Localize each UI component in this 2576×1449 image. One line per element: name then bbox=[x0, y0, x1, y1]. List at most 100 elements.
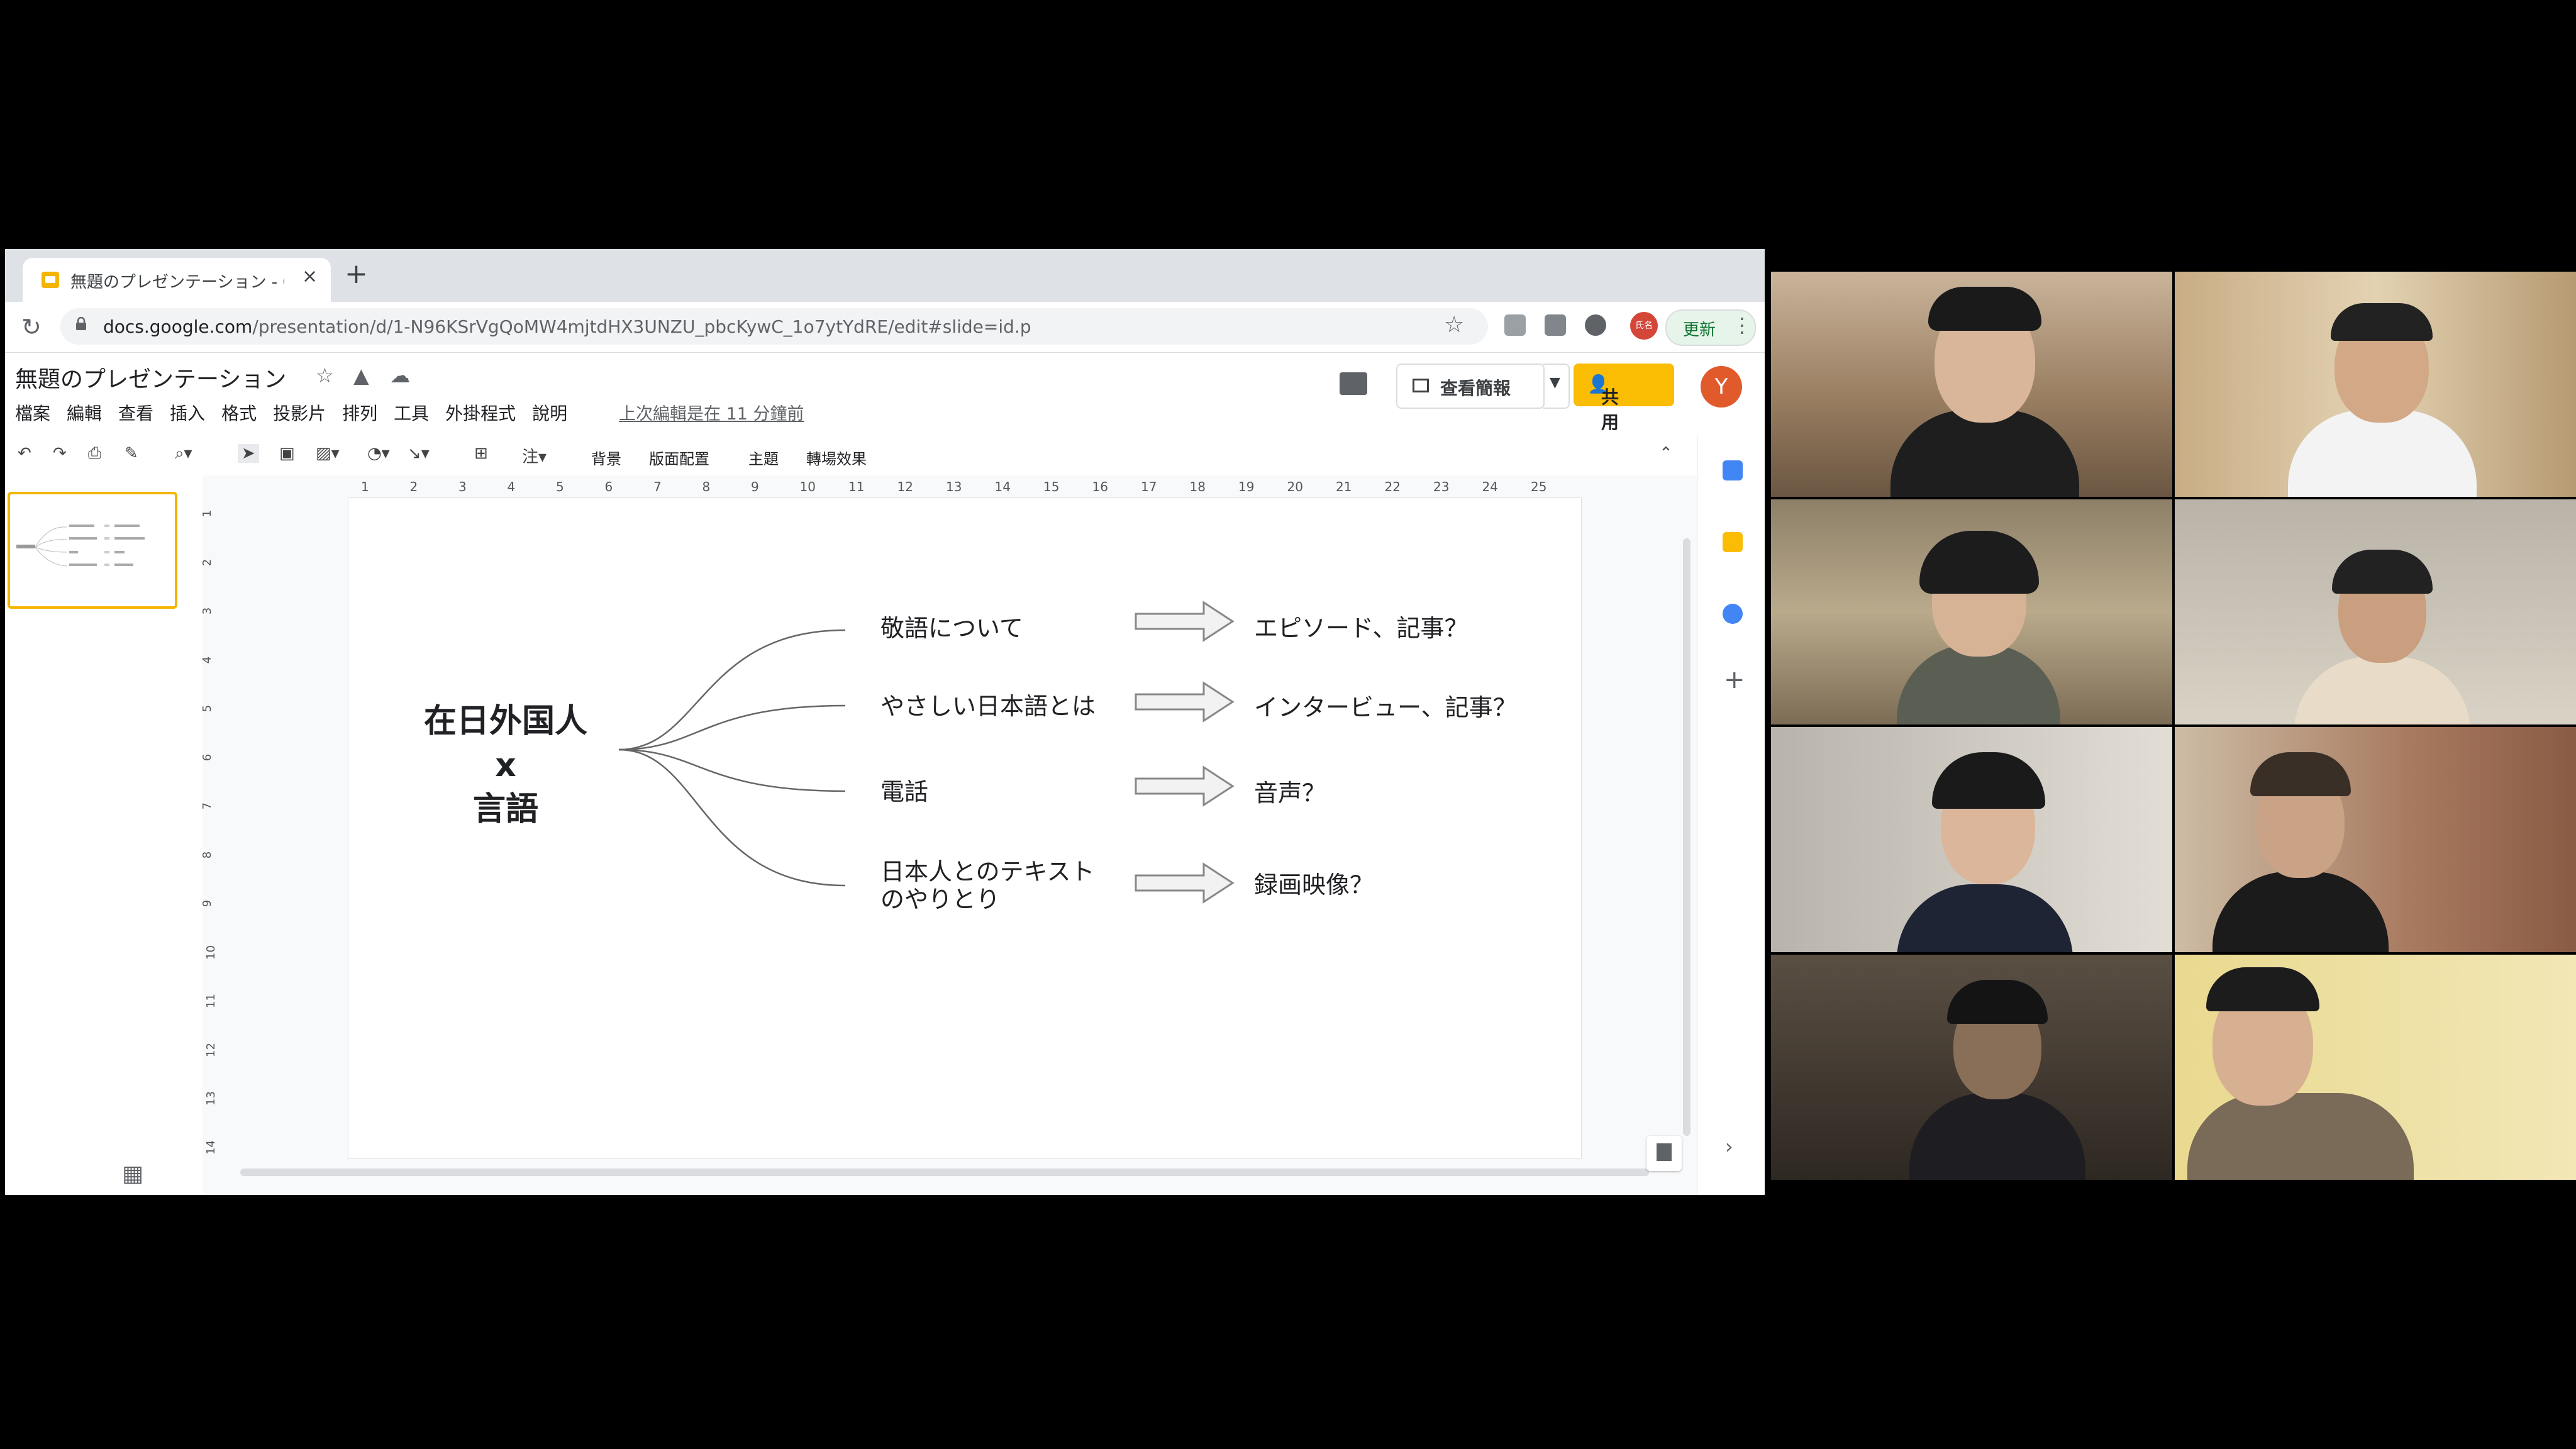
background-button[interactable]: 背景 bbox=[591, 447, 621, 469]
star-icon[interactable]: ☆ bbox=[316, 364, 334, 387]
calendar-icon[interactable] bbox=[1723, 460, 1743, 480]
ruler-tick: 12 bbox=[897, 479, 913, 494]
menu-arrange[interactable]: 排列 bbox=[342, 400, 377, 425]
ruler-tick: 10 bbox=[204, 945, 218, 960]
menu-format[interactable]: 格式 bbox=[221, 400, 257, 425]
result-episode[interactable]: エピソード、記事？ bbox=[1254, 609, 1468, 643]
tab-presentation[interactable]: 無題のプレゼンテーション - Go × bbox=[23, 258, 331, 302]
move-to-drive-icon[interactable]: ▲ bbox=[353, 364, 369, 387]
bookmark-star-icon[interactable]: ☆ bbox=[1444, 312, 1464, 338]
slides-favicon-icon bbox=[42, 272, 59, 288]
horizontal-scrollbar[interactable] bbox=[240, 1169, 1649, 1176]
comment-tool[interactable]: 注▾ bbox=[522, 444, 547, 467]
participant-hair bbox=[1919, 531, 2039, 594]
ruler-tick: 3 bbox=[201, 607, 214, 615]
account-avatar[interactable]: Y bbox=[1701, 366, 1742, 408]
grid-view-icon[interactable]: ▦ bbox=[122, 1161, 143, 1187]
zoom-icon[interactable]: ⌕▾ bbox=[175, 444, 192, 464]
theme-button[interactable]: 主題 bbox=[748, 447, 779, 469]
editor-toolbar: ↶ ↷ ⎙ ✎ ⌕▾ ➤ ▣ ▨▾ ◔▾ ↘▾ ⊞ 注▾ 背景 版面配置 主題 … bbox=[5, 435, 1697, 476]
last-edit-link[interactable]: 上次編輯是在 11 分鐘前 bbox=[619, 400, 804, 425]
participant-tile-6[interactable] bbox=[2175, 727, 2576, 952]
menu-edit[interactable]: 編輯 bbox=[67, 400, 102, 425]
redo-icon[interactable]: ↷ bbox=[53, 444, 67, 463]
thumbnail-preview bbox=[16, 525, 145, 567]
update-button[interactable]: 更新 ⋮ bbox=[1665, 309, 1756, 346]
menu-help[interactable]: 說明 bbox=[532, 400, 567, 425]
browser-menu-icon[interactable]: ⋮ bbox=[1732, 313, 1752, 337]
ruler-tick: 15 bbox=[1043, 479, 1060, 494]
menu-file[interactable]: 檔案 bbox=[15, 400, 50, 425]
shape-icon[interactable]: ◔▾ bbox=[367, 444, 390, 463]
participant-tile-4[interactable] bbox=[2175, 499, 2576, 724]
topic-denwa[interactable]: 電話 bbox=[880, 772, 928, 807]
keep-icon[interactable] bbox=[1723, 532, 1743, 552]
tab-title: 無題のプレゼンテーション - Go bbox=[70, 273, 284, 292]
slide-thumbnail-1[interactable] bbox=[8, 492, 177, 609]
ruler-tick: 13 bbox=[946, 479, 962, 494]
profile-extension-icon[interactable]: 氏名 bbox=[1630, 312, 1658, 340]
tasks-icon[interactable] bbox=[1723, 604, 1743, 624]
share-text: 共用 bbox=[1601, 387, 1619, 433]
participant-tile-1[interactable] bbox=[1771, 272, 2172, 497]
participant-body bbox=[1909, 1093, 2085, 1180]
line-icon[interactable]: ↘▾ bbox=[408, 444, 430, 463]
topic-yasashii[interactable]: やさしい日本語とは bbox=[880, 687, 1096, 721]
extensions-puzzle-icon[interactable] bbox=[1585, 314, 1606, 336]
slide-canvas[interactable]: 在日外国人 x 言語 敬語について エピソード、記事？ やさしい日本語とは イン… bbox=[348, 498, 1581, 1158]
tab-close-icon[interactable]: × bbox=[302, 265, 318, 287]
ruler-tick: 9 bbox=[751, 479, 759, 494]
document-title[interactable]: 無題のプレゼンテーション bbox=[15, 361, 286, 394]
undo-icon[interactable]: ↶ bbox=[18, 444, 31, 463]
participant-tile-2[interactable] bbox=[2175, 272, 2576, 497]
branch-line-1 bbox=[618, 629, 846, 751]
extension-copy-icon[interactable] bbox=[1504, 314, 1526, 336]
image-icon[interactable]: ▨▾ bbox=[316, 444, 340, 463]
branch-line-2 bbox=[618, 704, 846, 751]
text-box-icon[interactable]: ▣ bbox=[279, 444, 295, 463]
expand-panel-icon[interactable]: › bbox=[1725, 1135, 1733, 1158]
address-bar[interactable]: docs.google.com/presentation/d/1-N96KSrV… bbox=[60, 308, 1488, 345]
topic-text-exchange[interactable]: 日本人とのテキスト のやりとり bbox=[880, 858, 1094, 913]
participant-tile-5[interactable] bbox=[1771, 727, 2172, 952]
participant-body bbox=[2187, 1093, 2414, 1180]
present-dropdown[interactable]: ▼ bbox=[1543, 364, 1570, 409]
participant-tile-7[interactable] bbox=[1771, 955, 2172, 1180]
participant-tile-8[interactable] bbox=[2175, 955, 2576, 1180]
add-addon-icon[interactable]: + bbox=[1724, 665, 1745, 694]
result-interview[interactable]: インタービュー、記事？ bbox=[1254, 688, 1517, 723]
menu-view[interactable]: 查看 bbox=[118, 400, 153, 425]
ruler-tick: 1 bbox=[361, 479, 369, 494]
ruler-tick: 14 bbox=[204, 1140, 218, 1155]
ruler-tick: 8 bbox=[201, 851, 214, 858]
result-audio[interactable]: 音声？ bbox=[1254, 774, 1326, 808]
ruler-tick: 11 bbox=[848, 479, 865, 494]
select-cursor-icon[interactable]: ➤ bbox=[238, 444, 259, 463]
explore-button[interactable] bbox=[1646, 1136, 1682, 1171]
participant-tile-3[interactable] bbox=[1771, 499, 2172, 724]
print-icon[interactable]: ⎙ bbox=[88, 444, 101, 464]
transition-button[interactable]: 轉場效果 bbox=[806, 447, 867, 469]
cloud-status-icon[interactable]: ☁ bbox=[390, 364, 410, 387]
menu-insert[interactable]: 插入 bbox=[170, 400, 205, 425]
result-video[interactable]: 録画映像？ bbox=[1254, 865, 1374, 900]
reload-icon[interactable]: ↻ bbox=[21, 313, 42, 341]
comment-history-icon[interactable] bbox=[1340, 372, 1367, 395]
vertical-scrollbar[interactable] bbox=[1683, 538, 1690, 1136]
ruler-tick: 18 bbox=[1189, 479, 1206, 494]
extension-cast-icon[interactable] bbox=[1545, 314, 1566, 336]
present-button[interactable]: 查看簡報 bbox=[1396, 364, 1545, 409]
share-label: 👤 共用 bbox=[1587, 374, 1619, 433]
menu-slide[interactable]: 投影片 bbox=[273, 400, 326, 425]
layout-button[interactable]: 版面配置 bbox=[649, 447, 709, 469]
new-tab-button[interactable]: + bbox=[345, 258, 368, 290]
collapse-chevron-icon[interactable]: ⌃ bbox=[1659, 444, 1673, 463]
paint-format-icon[interactable]: ✎ bbox=[125, 444, 138, 463]
menu-tools[interactable]: 工具 bbox=[394, 400, 429, 425]
share-button[interactable]: 👤 共用 bbox=[1574, 364, 1674, 433]
topic-keigo[interactable]: 敬語について bbox=[880, 609, 1023, 643]
comment-add-icon[interactable]: ⊞ bbox=[474, 444, 488, 463]
ruler-tick: 1 bbox=[201, 509, 214, 518]
menu-addons[interactable]: 外掛程式 bbox=[445, 400, 516, 425]
ruler-tick: 8 bbox=[702, 479, 711, 494]
